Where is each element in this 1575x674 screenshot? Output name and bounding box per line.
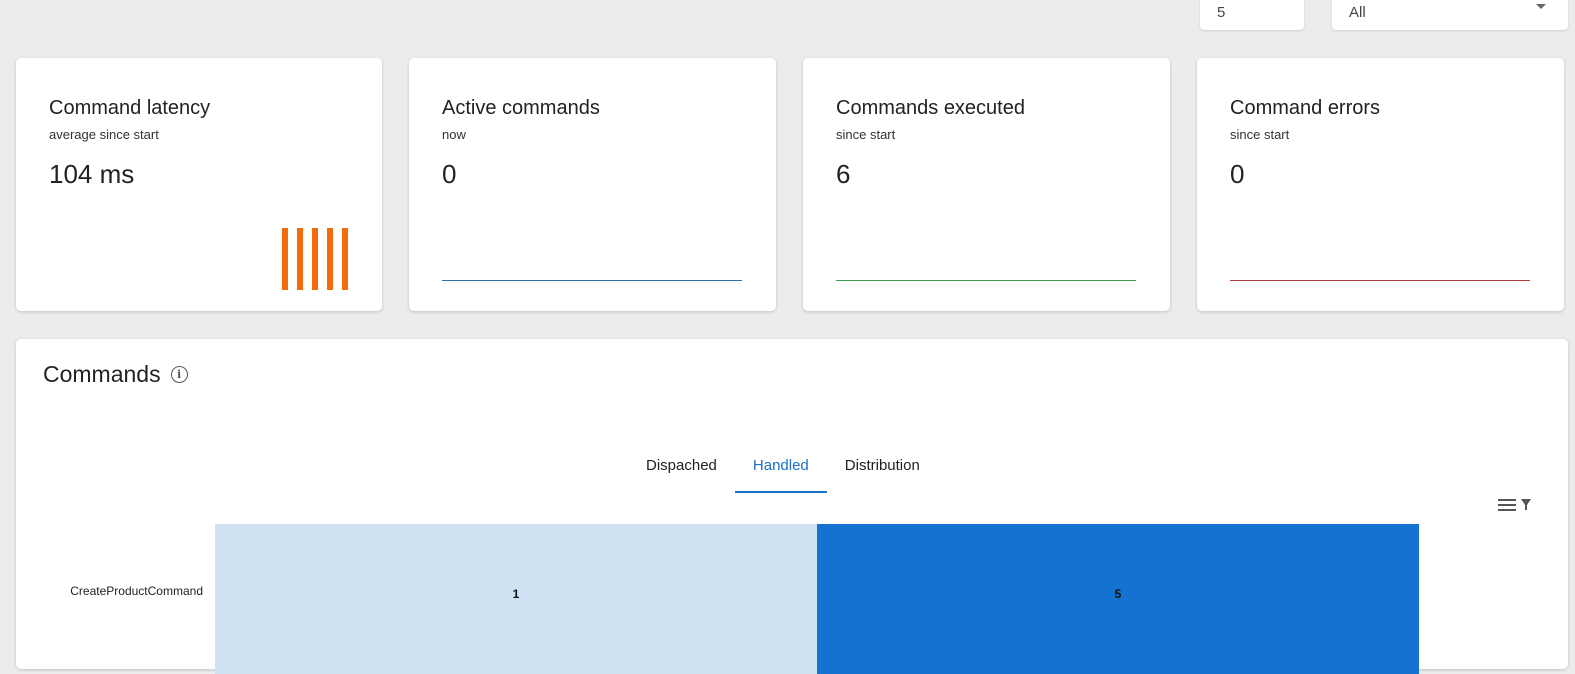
card-value: 0 [1230, 159, 1245, 189]
card-commands-executed: Commands executed since start 6 [803, 58, 1170, 311]
commands-executed-sparkline [836, 280, 1136, 281]
panel-title: Commands i [43, 361, 188, 388]
sparkline-bar [282, 228, 288, 290]
card-value: 104 ms [49, 159, 135, 189]
card-subtitle: since start [1230, 127, 1290, 142]
card-value: 0 [442, 159, 457, 189]
card-title: Commands executed [836, 97, 1025, 119]
latency-sparkline [282, 228, 352, 290]
limit-input-value: 5 [1217, 3, 1226, 21]
data-label: 1 [513, 587, 520, 601]
card-subtitle: now [442, 127, 466, 142]
panel-title-text: Commands [43, 361, 161, 387]
tab-handled[interactable]: Handled [734, 445, 827, 493]
filter-select-value: All [1349, 3, 1366, 21]
sparkline-bar [342, 228, 348, 290]
sparkline-bar [297, 228, 303, 290]
command-errors-sparkline [1230, 280, 1530, 281]
card-title: Command errors [1230, 97, 1381, 119]
card-subtitle: average since start [49, 127, 159, 142]
category-label: CreateProductCommand [70, 584, 203, 598]
card-command-errors: Command errors since start 0 [1197, 58, 1564, 311]
tab-dispached[interactable]: Dispached [628, 445, 735, 491]
active-commands-sparkline [442, 280, 742, 281]
commands-tabs: Dispached Handled Distribution [628, 445, 938, 493]
commands-panel: Commands i Dispached Handled Distributio… [16, 339, 1568, 674]
hamburger-filter-icon[interactable] [1496, 496, 1536, 516]
sparkline-bar [312, 228, 318, 290]
card-subtitle: since start [836, 127, 896, 142]
card-value: 6 [836, 159, 851, 189]
info-icon[interactable]: i [170, 366, 188, 383]
card-title: Active commands [442, 97, 600, 119]
card-command-latency: Command latency average since start 104 … [16, 58, 382, 311]
card-active-commands: Active commands now 0 [409, 58, 776, 311]
data-label: 5 [1115, 587, 1122, 601]
sparkline-bar [327, 228, 333, 290]
card-title: Command latency [49, 97, 211, 119]
filter-select[interactable]: All [1332, 0, 1568, 30]
commands-chart: CreateProductCommand 1 5 [70, 524, 1419, 674]
chevron-down-icon [1536, 4, 1546, 9]
limit-input[interactable]: 5 [1200, 0, 1304, 30]
tab-distribution[interactable]: Distribution [827, 445, 938, 491]
